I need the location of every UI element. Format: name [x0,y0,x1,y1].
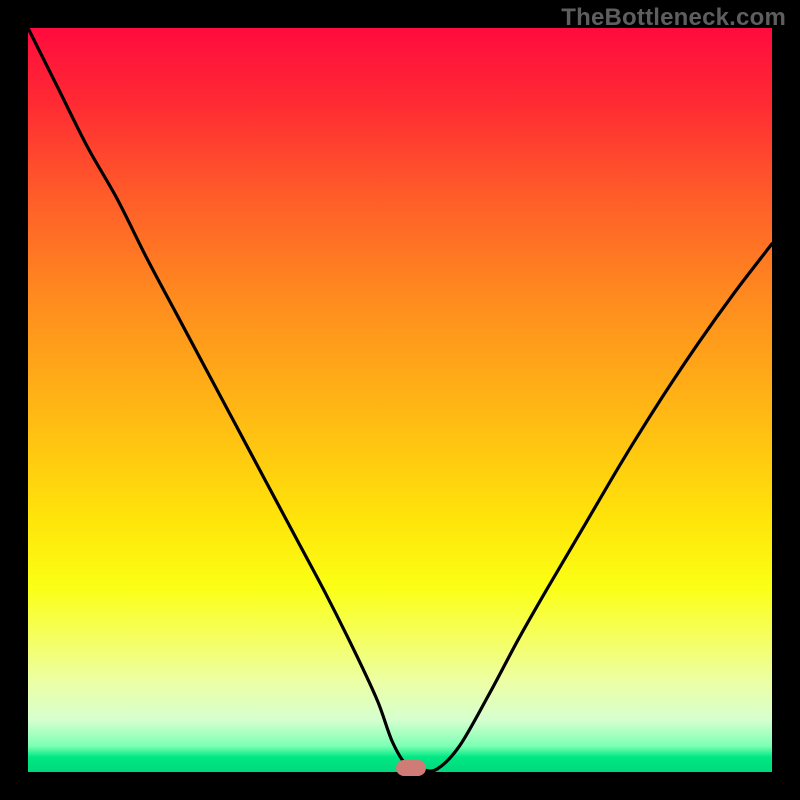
plot-area [28,28,772,772]
curve-svg [28,28,772,772]
bottleneck-curve [28,28,772,771]
chart-frame: TheBottleneck.com [0,0,800,800]
optimal-point-marker [396,760,426,776]
watermark-text: TheBottleneck.com [561,4,786,32]
